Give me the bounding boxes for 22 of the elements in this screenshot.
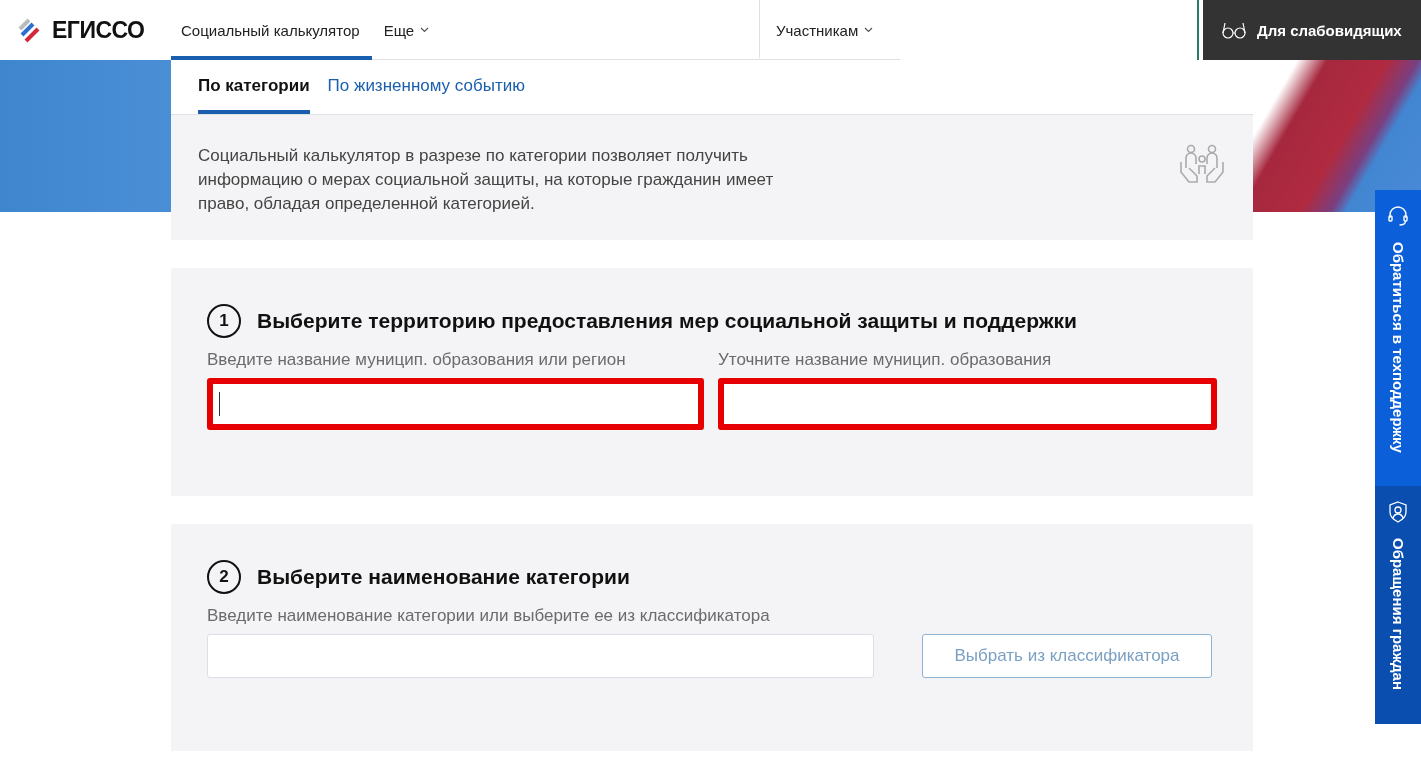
field-label: Введите название муницип. образования или регион [207, 350, 627, 370]
headset-icon [1386, 204, 1410, 228]
side-tab[interactable]: Обращения граждан [1375, 486, 1421, 724]
input-field[interactable] [718, 378, 1217, 430]
logo-text[interactable]: ЕГИССО [52, 16, 145, 44]
step-title: Выберите территорию предоставления мер социальной защиты и поддержки [257, 309, 1077, 333]
low-vision-button[interactable]: Для слабовидящих [1203, 0, 1421, 60]
step-number: 2 [207, 560, 241, 594]
description-text: Социальный калькулятор в разрезе по категории позволяет получить информацию о мерах социальной защиты, на которые гражданин имеет право, обладая определенной категорией. [198, 145, 775, 215]
side-tab[interactable]: Обратиться в техподдержку [1375, 190, 1421, 486]
shield-person-icon [1387, 500, 1409, 524]
tab[interactable]: По жизненному событию [327, 60, 525, 114]
step-number: 1 [207, 304, 241, 338]
glasses-icon [1221, 21, 1247, 39]
field-label: Уточните название муницип. образования [718, 350, 1053, 370]
input-field[interactable] [207, 378, 704, 430]
step-title: Выберите наименование категории [257, 565, 630, 589]
field-label: Введите наименование категории или выберите ее из классификатора [207, 606, 771, 626]
side-tab-label: Обращения граждан [1389, 538, 1407, 690]
side-tab-label: Обратиться в техподдержку [1389, 242, 1407, 453]
nav-item[interactable]: Еще [371, 0, 442, 60]
family-hands-icon [1179, 144, 1225, 186]
